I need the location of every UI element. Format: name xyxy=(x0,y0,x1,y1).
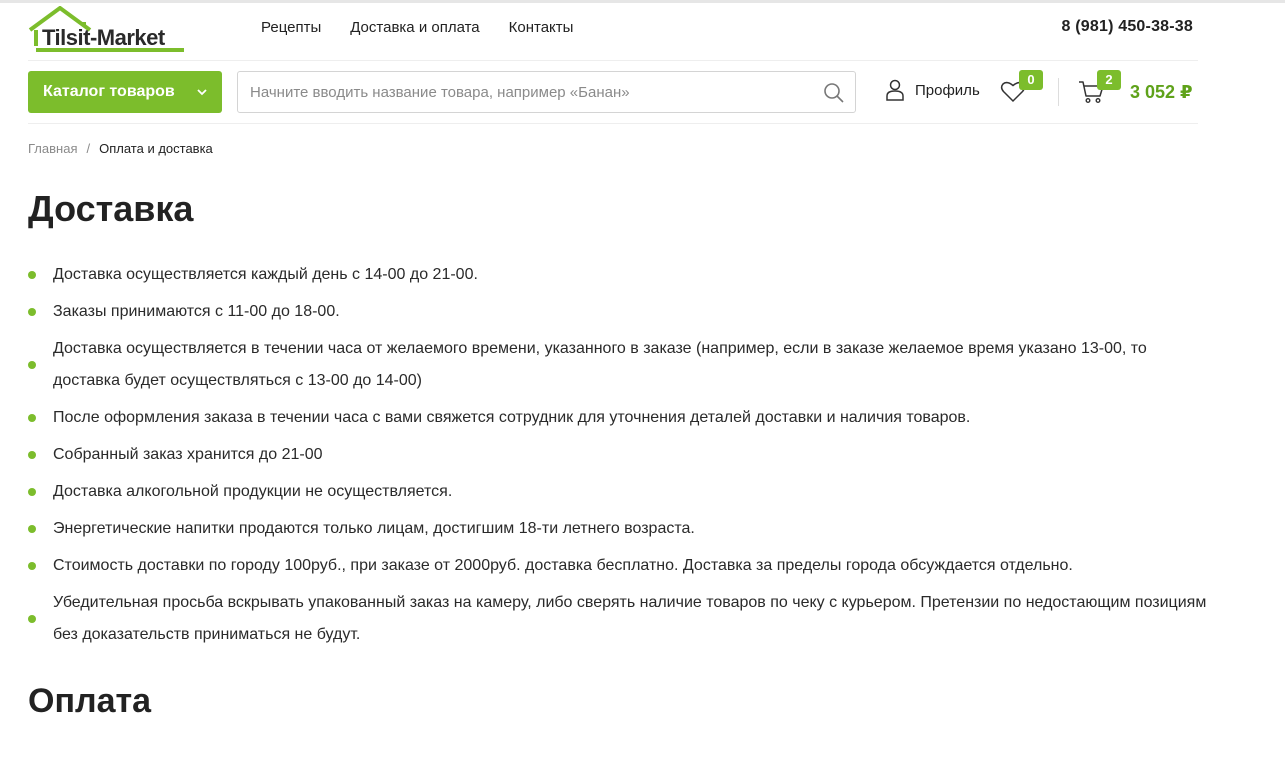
logo-underline xyxy=(36,48,184,52)
search-box xyxy=(237,71,856,113)
list-item-text: Заказы принимаются с 11-00 до 18-00. xyxy=(53,303,340,320)
list-item: Заказы принимаются с 11-00 до 18-00. xyxy=(28,296,1208,328)
user-icon xyxy=(886,79,904,101)
payment-heading: Оплата xyxy=(28,682,152,720)
bullet-icon xyxy=(28,414,36,422)
breadcrumb: Главная / Оплата и доставка xyxy=(28,141,213,156)
nav-link-contacts[interactable]: Контакты xyxy=(509,19,574,36)
cart-button[interactable]: 2 xyxy=(1078,70,1121,109)
favorites-button[interactable]: 0 xyxy=(1000,70,1043,109)
nav-link-recipes[interactable]: Рецепты xyxy=(261,19,321,36)
profile-label: Профиль xyxy=(915,81,980,99)
bullet-icon xyxy=(28,525,36,533)
profile-link[interactable]: Профиль xyxy=(885,79,980,101)
catalog-button[interactable]: Каталог товаров xyxy=(28,71,222,113)
list-item-text: Энергетические напитки продаются только … xyxy=(53,520,695,537)
list-item: Доставка алкогольной продукции не осущес… xyxy=(28,476,1208,508)
list-item: После оформления заказа в течении часа с… xyxy=(28,402,1208,434)
chevron-down-icon xyxy=(197,89,207,96)
search-input[interactable] xyxy=(250,72,810,112)
delivery-list: Доставка осуществляется каждый день с 14… xyxy=(28,259,1208,656)
list-item-text: Доставка осуществляется в течении часа о… xyxy=(53,340,1147,389)
list-item: Собранный заказ хранится до 21-00 xyxy=(28,439,1208,471)
bullet-icon xyxy=(28,451,36,459)
list-item: Доставка осуществляется в течении часа о… xyxy=(28,333,1208,397)
list-item-text: После оформления заказа в течении часа с… xyxy=(53,409,971,426)
top-nav: Рецепты Доставка и оплата Контакты xyxy=(261,19,573,36)
search-icon[interactable] xyxy=(823,82,845,104)
header-divider xyxy=(28,60,1198,61)
list-item-text: Доставка осуществляется каждый день с 14… xyxy=(53,266,478,283)
header-bottom-divider xyxy=(28,123,1198,124)
list-item-text: Доставка алкогольной продукции не осущес… xyxy=(53,483,453,500)
bullet-icon xyxy=(28,488,36,496)
top-border xyxy=(0,0,1285,3)
delivery-heading: Доставка xyxy=(28,188,194,229)
breadcrumb-separator: / xyxy=(86,141,91,156)
favorites-count-badge: 0 xyxy=(1019,70,1043,90)
cart-count-badge: 2 xyxy=(1097,70,1121,90)
breadcrumb-current: Оплата и доставка xyxy=(99,141,213,156)
bullet-icon xyxy=(28,361,36,369)
list-item-text: Убедительная просьба вскрывать упакованн… xyxy=(53,594,1207,643)
breadcrumb-home-link[interactable]: Главная xyxy=(28,141,77,156)
bullet-icon xyxy=(28,562,36,570)
header-vertical-divider xyxy=(1058,78,1059,106)
catalog-button-label: Каталог товаров xyxy=(43,83,175,100)
list-item: Доставка осуществляется каждый день с 14… xyxy=(28,259,1208,291)
phone-number[interactable]: 8 (981) 450-38-38 xyxy=(1062,18,1194,36)
list-item: Стоимость доставки по городу 100руб., пр… xyxy=(28,550,1208,582)
list-item: Энергетические напитки продаются только … xyxy=(28,513,1208,545)
bullet-icon xyxy=(28,615,36,623)
bullet-icon xyxy=(28,308,36,316)
list-item-text: Стоимость доставки по городу 100руб., пр… xyxy=(53,557,1073,574)
list-item-text: Собранный заказ хранится до 21-00 xyxy=(53,446,323,463)
cart-total[interactable]: 3 052 ₽ xyxy=(1130,82,1193,103)
site-logo[interactable]: Tilsit-Market xyxy=(28,6,188,52)
nav-link-delivery-payment[interactable]: Доставка и оплата xyxy=(350,19,479,36)
list-item: Убедительная просьба вскрывать упакованн… xyxy=(28,587,1208,651)
bullet-icon xyxy=(28,271,36,279)
